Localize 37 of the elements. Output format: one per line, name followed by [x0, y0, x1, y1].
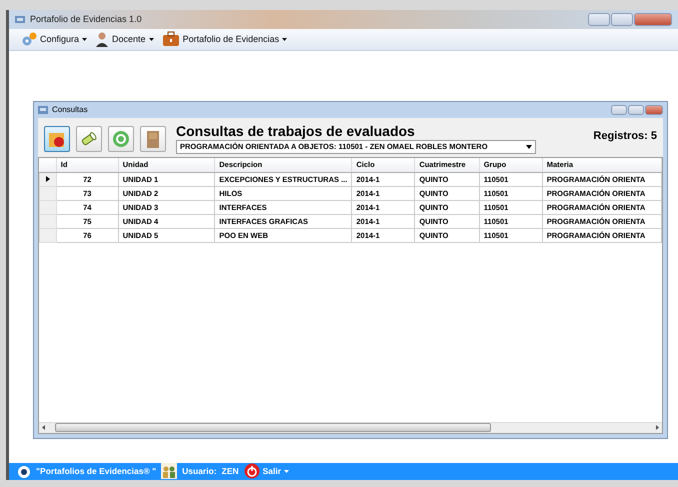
- scroll-left-icon: [42, 425, 45, 430]
- window-title: Consultas: [52, 104, 88, 116]
- menu-item[interactable]: Configura: [21, 32, 88, 46]
- report-button[interactable]: [44, 126, 70, 152]
- caret-icon: [282, 38, 288, 41]
- menu-item[interactable]: Portafolio de Evidencias: [162, 31, 288, 48]
- horizontal-scrollbar[interactable]: [39, 422, 662, 433]
- briefcase-icon: [162, 31, 180, 48]
- minimize-button[interactable]: [588, 13, 610, 26]
- users-icon: [161, 463, 178, 480]
- row-header[interactable]: [40, 172, 56, 187]
- user-label: Usuario:: [182, 464, 217, 478]
- caret-icon: [148, 38, 154, 41]
- caret-icon: [82, 38, 88, 41]
- maximize-button[interactable]: [611, 13, 633, 26]
- refresh-button[interactable]: [108, 126, 134, 152]
- caret-icon: [284, 470, 290, 473]
- refresh-icon: [111, 128, 131, 149]
- heading: Consultas de trabajos de evaluados: [176, 124, 416, 138]
- app-icon: [15, 15, 25, 24]
- close-button[interactable]: [634, 13, 672, 26]
- gear-icon: [21, 32, 37, 46]
- record-count: Registros: 5: [593, 128, 657, 144]
- app-name: "Portafolios de Evidencias® ": [36, 464, 156, 478]
- window-title: Portafolio de Evidencias 1.0: [30, 12, 142, 26]
- close-button[interactable]: [645, 104, 663, 115]
- menu-item[interactable]: Docente: [95, 31, 154, 48]
- maximize-button[interactable]: [628, 104, 644, 115]
- person-icon: [95, 31, 110, 48]
- scroll-right-icon: [656, 425, 659, 430]
- exit-button[interactable]: [140, 126, 166, 152]
- user-name: ZEN: [222, 464, 239, 478]
- minimize-button[interactable]: [611, 104, 627, 115]
- row-pointer-icon: [46, 176, 50, 182]
- caret-icon: [526, 144, 532, 149]
- window-icon: [38, 106, 48, 114]
- flashlight-button[interactable]: [76, 126, 102, 152]
